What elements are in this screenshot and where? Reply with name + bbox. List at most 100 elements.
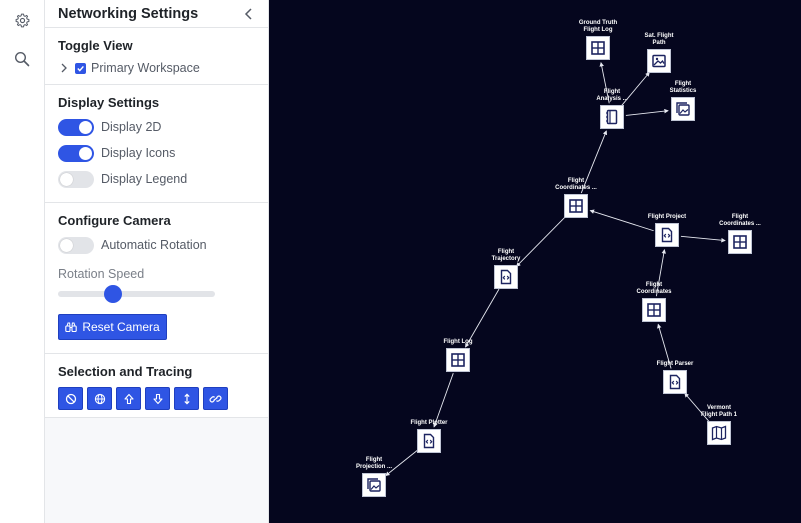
graph-node-sat-flight-path[interactable] xyxy=(647,49,671,73)
graph-node-label: Flight Plotter xyxy=(410,420,448,426)
graph-node-label: Flight Project xyxy=(647,214,687,220)
graph-node-flight-coordinates-3[interactable] xyxy=(642,298,666,322)
expand-workspace-button[interactable] xyxy=(58,62,70,74)
display-2d-row: Display 2D xyxy=(58,118,255,136)
graph-edge xyxy=(680,235,726,243)
settings-panel: Networking Settings Toggle View Primary … xyxy=(45,0,269,523)
display-settings-section: Display Settings Display 2D Display Icon… xyxy=(45,85,268,203)
auto-rotation-label: Automatic Rotation xyxy=(101,238,207,252)
auto-rotation-row: Automatic Rotation xyxy=(58,236,255,254)
binoculars-icon xyxy=(65,322,78,332)
chevron-left-icon xyxy=(244,7,252,20)
table-icon xyxy=(733,235,747,249)
graph-node-label: Flight Coordinates ... xyxy=(555,178,597,191)
select-all-button[interactable] xyxy=(87,387,112,410)
graph-node-label: Flight Parser xyxy=(656,361,694,367)
table-icon xyxy=(569,199,583,213)
graph-node-flight-statistics[interactable] xyxy=(671,97,695,121)
clear-selection-icon xyxy=(65,393,76,404)
display-2d-label: Display 2D xyxy=(101,120,162,134)
slider-track[interactable] xyxy=(58,291,215,297)
code-file-icon xyxy=(669,374,681,390)
graph-node-flight-project[interactable] xyxy=(655,223,679,247)
settings-button[interactable] xyxy=(11,9,33,31)
workspace-tree-item: Primary Workspace xyxy=(58,60,255,76)
display-icons-row: Display Icons xyxy=(58,144,255,162)
display-legend-row: Display Legend xyxy=(58,170,255,188)
graph-edge xyxy=(433,373,454,428)
graph-node-flight-projection[interactable] xyxy=(362,473,386,497)
arrow-up-icon xyxy=(123,393,134,404)
auto-rotation-toggle[interactable] xyxy=(58,236,94,254)
configure-camera-title: Configure Camera xyxy=(58,213,171,228)
trace-both-button[interactable] xyxy=(174,387,199,410)
graph-node-label: Ground Truth Flight Log xyxy=(578,20,618,33)
display-legend-label: Display Legend xyxy=(101,172,188,186)
display-2d-toggle[interactable] xyxy=(58,118,94,136)
graph-node-vermont-flight-path[interactable] xyxy=(707,421,731,445)
reset-camera-button[interactable]: Reset Camera xyxy=(58,314,167,340)
panel-title: Networking Settings xyxy=(58,5,199,22)
graph-node-flight-coordinates-1[interactable] xyxy=(564,194,588,218)
workspace-label: Primary Workspace xyxy=(91,61,200,75)
graph-node-label: Sat. Flight Path xyxy=(644,33,674,46)
table-icon xyxy=(451,353,465,367)
slider-thumb[interactable] xyxy=(103,285,122,303)
arrow-down-icon xyxy=(152,393,163,404)
graph-node-label: Flight Coordinates ... xyxy=(719,214,761,227)
graph-node-ground-truth[interactable] xyxy=(586,36,610,60)
graph-node-flight-log[interactable] xyxy=(446,348,470,372)
rotation-speed-label: Rotation Speed xyxy=(58,267,145,281)
graph-node-label: Flight Projection ... xyxy=(355,457,392,470)
table-icon xyxy=(647,303,661,317)
graph-node-flight-trajectory[interactable] xyxy=(494,265,518,289)
network-graph-canvas[interactable]: Ground Truth Flight Log Sat. Flight Path Fli… xyxy=(269,0,801,523)
gear-icon xyxy=(15,13,29,27)
graph-node-label: Flight Analysis ... xyxy=(596,89,628,102)
graph-node-flight-analysis[interactable] xyxy=(600,105,624,129)
display-icons-toggle[interactable] xyxy=(58,144,94,162)
code-file-icon xyxy=(423,433,435,449)
selection-tracing-section: Selection and Tracing xyxy=(45,354,268,418)
selection-tracing-title: Selection and Tracing xyxy=(58,364,193,379)
graph-node-label: Flight Coordinates xyxy=(636,282,672,295)
collapse-panel-button[interactable] xyxy=(242,7,256,21)
rotation-speed-slider[interactable] xyxy=(58,284,215,303)
graph-node-label: Flight Log xyxy=(443,339,473,345)
selection-toolbar xyxy=(58,387,255,410)
toggle-knob xyxy=(60,238,73,252)
globe-icon xyxy=(94,393,105,404)
clear-selection-button[interactable] xyxy=(58,387,83,410)
panel-header: Networking Settings xyxy=(45,0,268,28)
workspace-checkbox[interactable] xyxy=(75,62,86,74)
graph-node-flight-plotter[interactable] xyxy=(417,429,441,453)
code-file-icon xyxy=(500,269,512,285)
graph-node-label: Vermont Flight Path 1 xyxy=(701,405,737,418)
display-settings-title: Display Settings xyxy=(58,95,160,110)
chevron-right-icon xyxy=(61,63,67,73)
toggle-knob xyxy=(79,120,92,134)
check-icon xyxy=(77,65,84,72)
display-legend-toggle[interactable] xyxy=(58,170,94,188)
trace-downstream-button[interactable] xyxy=(145,387,170,410)
graph-node-flight-coordinates-2[interactable] xyxy=(728,230,752,254)
table-icon xyxy=(591,41,605,55)
gallery-icon xyxy=(676,102,690,116)
link-icon xyxy=(209,394,222,403)
graph-node-label: Flight Trajectory xyxy=(491,249,521,262)
search-icon xyxy=(14,51,30,67)
gallery-icon xyxy=(367,478,381,492)
trace-upstream-button[interactable] xyxy=(116,387,141,410)
notebook-icon xyxy=(606,109,618,125)
display-icons-label: Display Icons xyxy=(101,146,176,160)
configure-camera-section: Configure Camera Automatic Rotation Rota… xyxy=(45,203,268,354)
toggle-knob xyxy=(79,146,92,160)
toggle-view-section: Toggle View Primary Workspace xyxy=(45,28,268,85)
graph-node-label: Flight Statistics xyxy=(669,81,697,94)
graph-node-flight-parser[interactable] xyxy=(663,370,687,394)
link-button[interactable] xyxy=(203,387,228,410)
search-button[interactable] xyxy=(11,48,33,70)
arrows-vertical-icon xyxy=(183,393,190,404)
toggle-knob xyxy=(60,172,73,186)
map-icon xyxy=(711,425,727,441)
